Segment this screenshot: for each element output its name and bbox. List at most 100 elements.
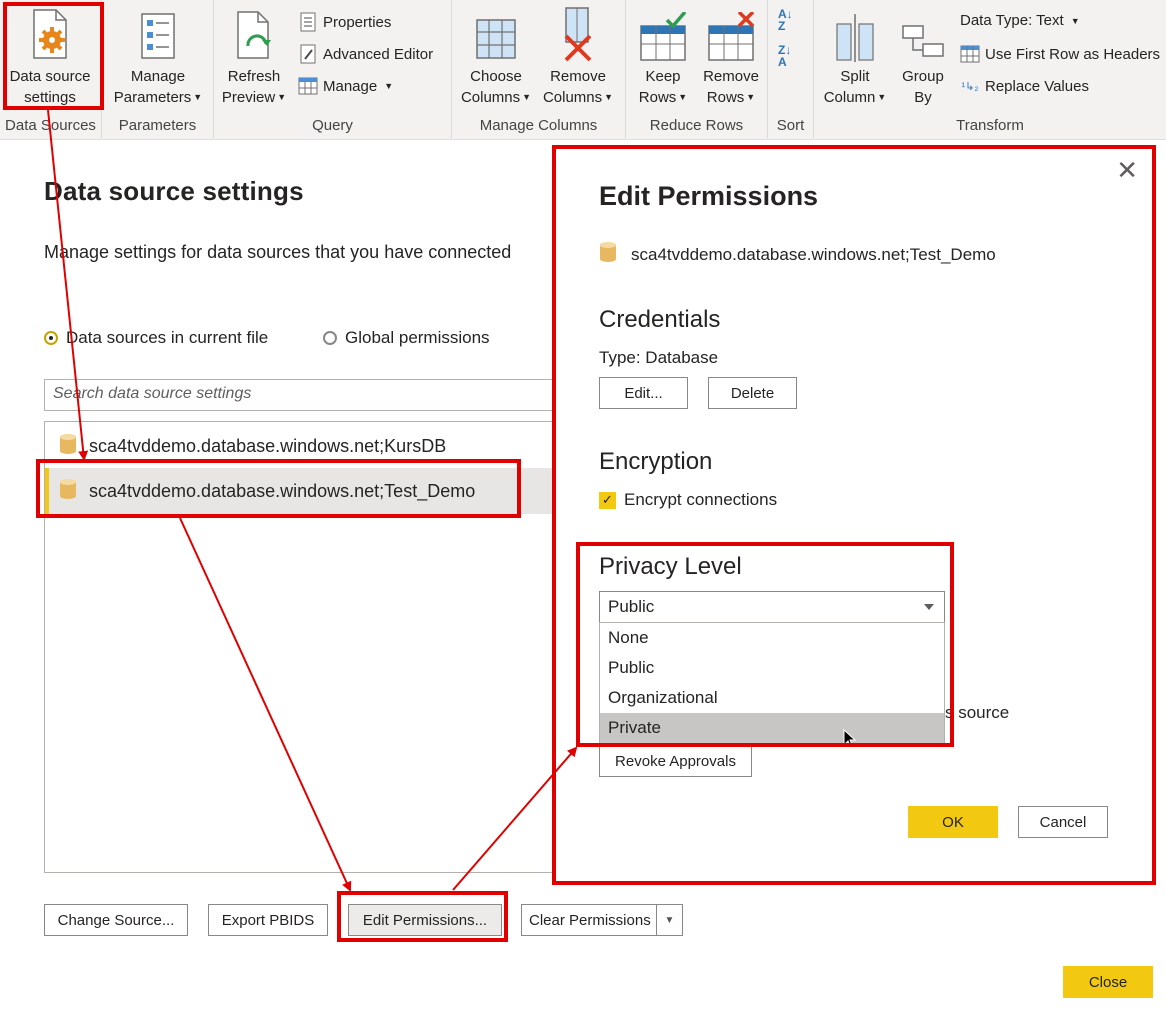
parameters-icon <box>102 4 214 62</box>
chevron-down-icon: ▼ <box>193 92 203 102</box>
properties-button[interactable]: Properties <box>298 12 391 32</box>
close-button[interactable]: Close <box>1063 966 1153 998</box>
search-input[interactable]: Search data source settings <box>44 379 564 411</box>
data-source-settings-label-2: settings <box>24 89 76 106</box>
change-source-button[interactable]: Change Source... <box>44 904 188 936</box>
privacy-option-public[interactable]: Public <box>600 653 944 683</box>
group-label-manage-columns: Manage Columns <box>479 117 598 134</box>
radio-current-file[interactable]: Data sources in current file <box>44 328 268 348</box>
chevron-down-icon: ▼ <box>746 92 756 102</box>
remove-rows-label-2: Rows <box>706 89 745 106</box>
credentials-type: Type: Database <box>599 348 719 367</box>
refresh-preview-label-2: Preview <box>221 89 276 106</box>
use-first-row-button[interactable]: Use First Row as Headers <box>960 44 1160 64</box>
radio-selected-icon <box>44 331 58 345</box>
advanced-editor-button[interactable]: Advanced Editor <box>298 44 433 64</box>
refresh-icon <box>214 4 294 62</box>
remove-columns-label-1: Remove <box>550 68 606 85</box>
ok-label: OK <box>942 813 964 831</box>
export-pbids-label: Export PBIDS <box>221 911 315 929</box>
keep-rows-button[interactable]: Keep Rows ▼ <box>630 4 696 108</box>
data-type-label: Data Type: Text <box>960 12 1064 29</box>
ribbon: Data source settings Data Sources Manage… <box>0 0 1166 140</box>
manage-parameters-button[interactable]: Manage Parameters ▼ <box>102 4 214 108</box>
manage-button[interactable]: Manage ▼ <box>298 76 393 96</box>
group-label-transform: Transform <box>956 117 1024 134</box>
dialog-description: Manage settings for data sources that yo… <box>44 242 512 262</box>
remove-rows-button[interactable]: Remove Rows ▼ <box>696 4 766 108</box>
group-label-data-sources: Data Sources <box>5 117 96 134</box>
remove-columns-button[interactable]: Remove Columns ▼ <box>538 4 618 108</box>
choose-columns-label-2: Columns <box>460 89 521 106</box>
edit-permissions-dialog: ✕ Edit Permissions sca4tvddemo.database.… <box>555 147 1156 883</box>
ribbon-group-reduce-rows: Keep Rows ▼ Remove Rows ▼ Reduce Rows <box>626 0 768 138</box>
permissions-source-label: sca4tvddemo.database.windows.net;Test_De… <box>631 244 996 264</box>
data-type-dropdown[interactable]: Data Type: Text ▼ <box>960 12 1080 29</box>
cancel-label: Cancel <box>1039 813 1087 831</box>
sort-descending-icon: Z↓ A <box>778 43 792 69</box>
edit-permissions-button[interactable]: Edit Permissions... <box>348 904 502 936</box>
sort-ascending-button[interactable]: A↓ Z <box>778 8 793 32</box>
encrypt-connections-checkbox[interactable]: ✓ Encrypt connections <box>599 490 777 510</box>
group-by-label-2: By <box>914 89 932 106</box>
choose-columns-button[interactable]: Choose Columns ▼ <box>456 4 536 108</box>
remove-rows-icon <box>696 4 766 62</box>
chevron-down-icon <box>924 604 934 610</box>
ribbon-group-manage-columns: Choose Columns ▼ Remove Columns ▼ Manage C… <box>452 0 626 138</box>
chevron-down-icon[interactable]: ▼ <box>656 905 682 935</box>
group-by-button[interactable]: Group By <box>894 4 952 108</box>
chevron-down-icon: ▼ <box>678 92 688 102</box>
choose-columns-label-1: Choose <box>470 68 522 85</box>
use-first-row-label: Use First Row as Headers <box>985 45 1161 63</box>
revoke-approvals-label: Revoke Approvals <box>615 752 736 770</box>
export-pbids-button[interactable]: Export PBIDS <box>208 904 328 936</box>
privacy-option-none[interactable]: None <box>600 623 944 653</box>
replace-values-button[interactable]: ¹↳₂ Replace Values <box>960 76 1089 96</box>
chevron-down-icon: ▼ <box>384 81 394 91</box>
ribbon-group-query: Refresh Preview ▼ Properties Advanced Edi… <box>214 0 452 138</box>
chevron-down-icon: ▼ <box>522 92 532 102</box>
data-source-item-test-demo[interactable]: sca4tvddemo.database.windows.net;Test_De… <box>45 468 563 514</box>
ribbon-group-sort: A↓ Z Z↓ A Sort <box>768 0 814 138</box>
table-icon <box>298 76 318 96</box>
radio-unselected-icon <box>323 331 337 345</box>
refresh-preview-button[interactable]: Refresh Preview ▼ <box>214 4 294 108</box>
advanced-editor-icon <box>298 44 318 64</box>
sort-descending-button[interactable]: Z↓ A <box>778 44 791 68</box>
radio-current-label: Data sources in current file <box>66 328 269 347</box>
choose-columns-icon <box>456 4 536 62</box>
close-icon[interactable]: ✕ <box>1116 155 1138 186</box>
keep-rows-label-2: Rows <box>638 89 677 106</box>
data-source-settings-button[interactable]: Data source settings <box>0 4 100 108</box>
encryption-heading: Encryption <box>599 448 713 475</box>
group-label-sort: Sort <box>776 117 805 134</box>
checkmark-icon: ✓ <box>599 491 616 509</box>
ok-button[interactable]: OK <box>908 806 998 838</box>
delete-credentials-button[interactable]: Delete <box>708 377 797 409</box>
radio-global-permissions[interactable]: Global permissions <box>323 328 490 348</box>
data-source-item-kursdb[interactable]: sca4tvddemo.database.windows.net;KursDB <box>45 423 563 469</box>
permissions-title: Edit Permissions <box>599 181 819 211</box>
privacy-option-organizational[interactable]: Organizational <box>600 683 944 713</box>
chevron-down-icon: ▼ <box>277 92 287 102</box>
data-source-settings-icon <box>0 4 100 62</box>
split-column-button[interactable]: Split Column ▼ <box>818 4 892 108</box>
data-source-label: sca4tvddemo.database.windows.net;KursDB <box>89 435 447 456</box>
manage-parameters-label-2: Parameters <box>113 89 192 106</box>
split-column-icon <box>818 4 892 62</box>
cancel-button[interactable]: Cancel <box>1018 806 1108 838</box>
close-label: Close <box>1088 973 1128 991</box>
edit-credentials-button[interactable]: Edit... <box>599 377 688 409</box>
revoke-approvals-button[interactable]: Revoke Approvals <box>599 745 752 777</box>
keep-rows-icon <box>630 4 696 62</box>
ribbon-group-transform: Split Column ▼ Group By Data Type: Text ▼ … <box>814 0 1166 138</box>
refresh-preview-label-1: Refresh <box>227 68 281 85</box>
radio-global-label: Global permissions <box>345 328 490 347</box>
clear-permissions-button[interactable]: Clear Permissions ▼ <box>521 904 683 936</box>
privacy-option-private[interactable]: Private <box>600 713 944 743</box>
credentials-heading: Credentials <box>599 306 721 333</box>
privacy-options-list: None Public Organizational Private <box>599 622 945 744</box>
obscured-text: s source <box>945 703 1010 722</box>
privacy-level-dropdown[interactable]: Public <box>599 591 945 623</box>
remove-columns-label-2: Columns <box>542 89 603 106</box>
